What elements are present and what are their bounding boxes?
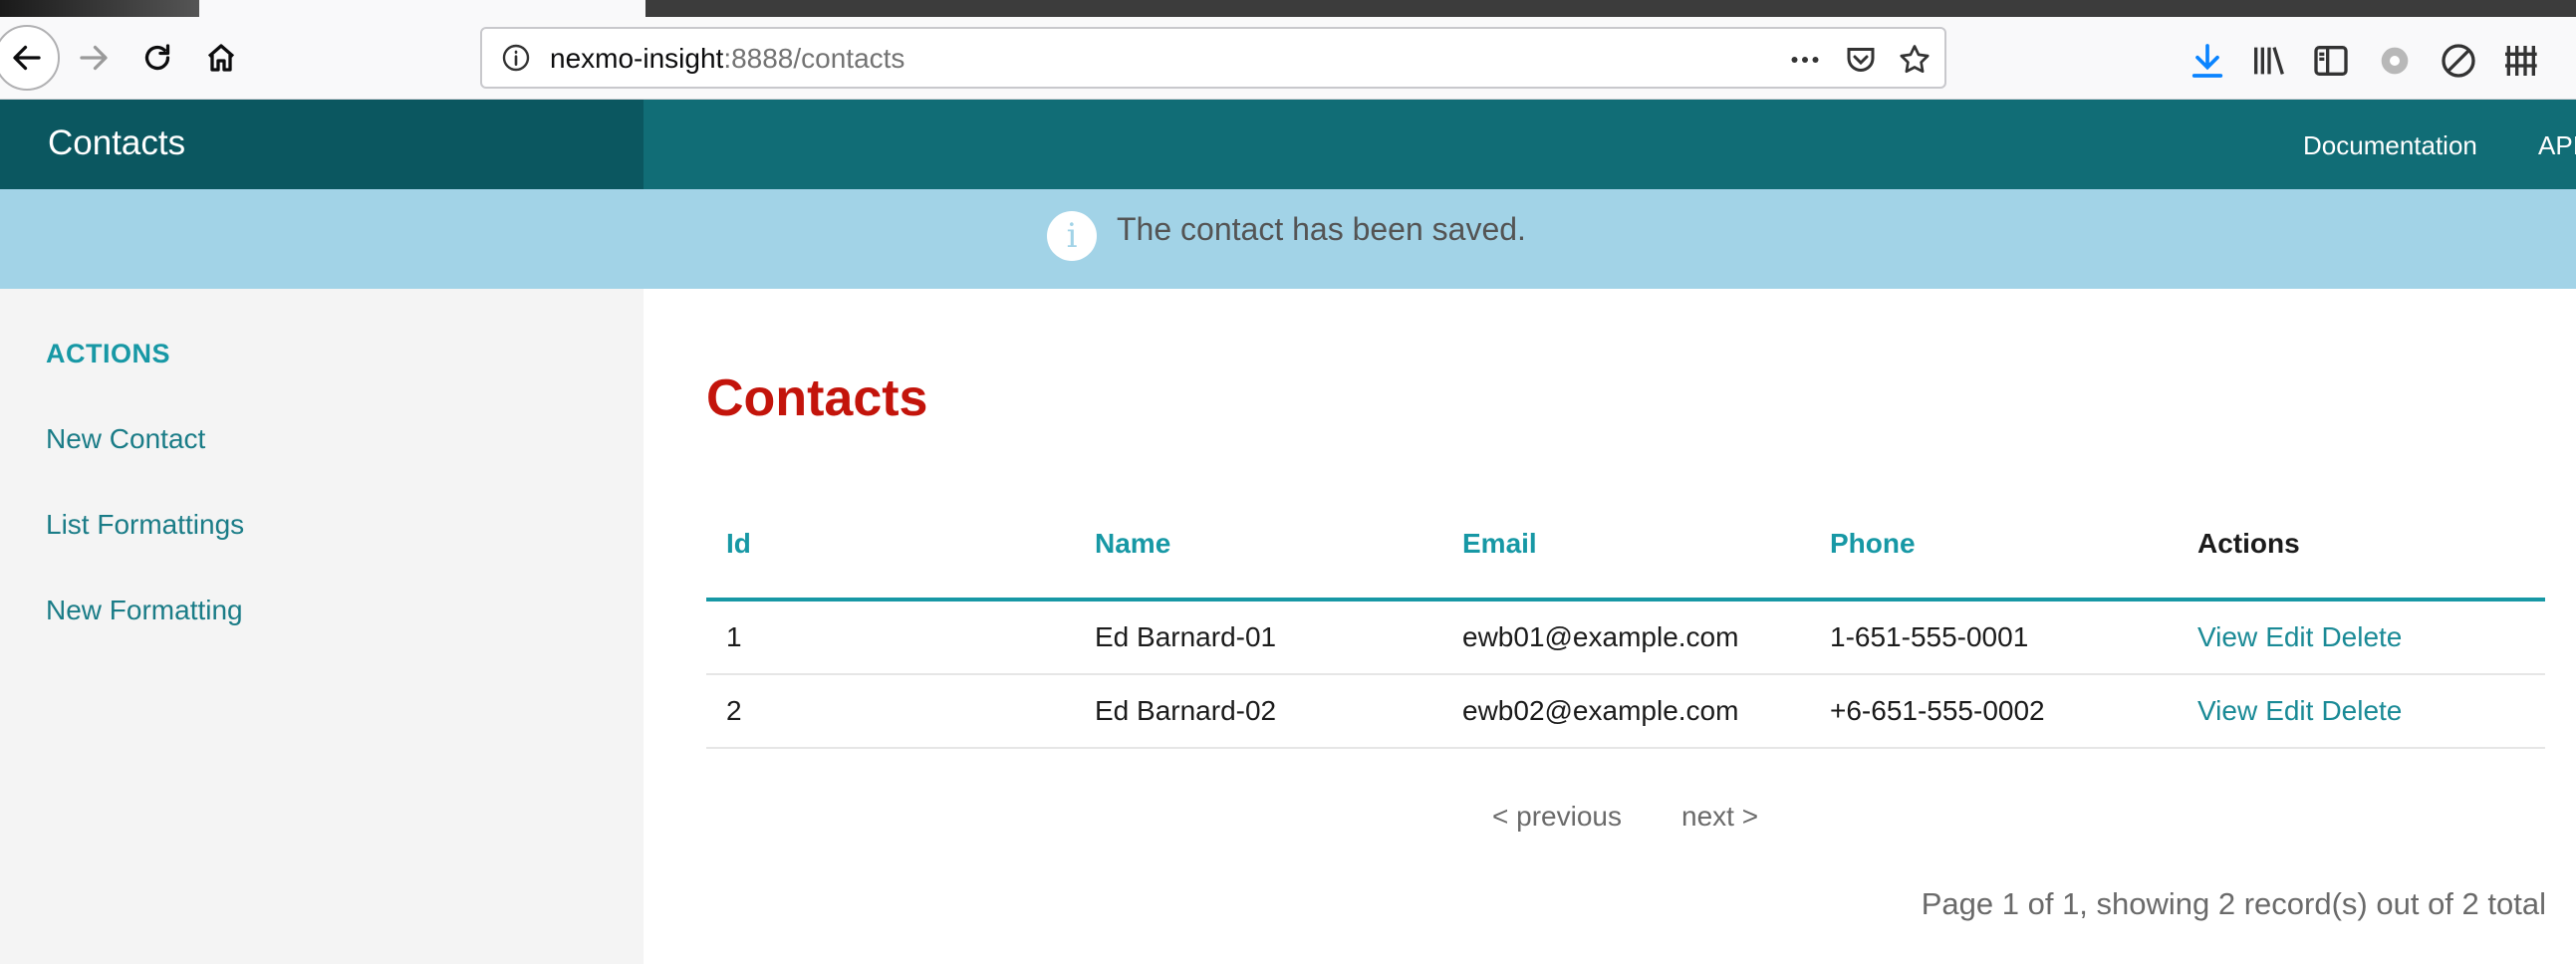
cell-name: Ed Barnard-01 <box>1095 621 1277 652</box>
cell-email: ewb01@example.com <box>1462 621 1739 652</box>
nav-api-link[interactable]: API <box>2538 130 2576 161</box>
sidebar-item-new-formatting[interactable]: New Formatting <box>46 595 243 626</box>
column-header-name[interactable]: Name <box>1095 528 1170 560</box>
table-row: 1 Ed Barnard-01 ewb01@example.com 1-651-… <box>706 602 2545 675</box>
more-icon[interactable] <box>1787 42 1823 78</box>
cell-id: 1 <box>726 621 742 652</box>
url-path: :8888/contacts <box>723 43 905 74</box>
cell-id: 2 <box>726 695 742 726</box>
delete-link[interactable]: Delete <box>2321 695 2402 726</box>
home-button[interactable] <box>195 32 247 84</box>
reload-icon <box>144 44 170 71</box>
browser-tab-inactive[interactable] <box>0 0 199 17</box>
url-text[interactable]: nexmo-insight:8888/contacts <box>550 43 904 75</box>
sidebar: ACTIONS New Contact List Formattings New… <box>0 289 644 964</box>
pocket-icon[interactable] <box>1843 42 1879 78</box>
extension-gear-icon[interactable] <box>2375 41 2415 81</box>
reload-button[interactable] <box>131 32 183 84</box>
back-button[interactable] <box>0 25 60 91</box>
pager-previous-link[interactable]: < previous <box>1492 801 1622 833</box>
extension-blocked-icon[interactable] <box>2439 41 2478 81</box>
nav-documentation-link[interactable]: Documentation <box>2303 130 2477 161</box>
table-row: 2 Ed Barnard-02 ewb02@example.com +6-651… <box>706 675 2545 749</box>
browser-tabstrip <box>0 0 2576 17</box>
view-link[interactable]: View <box>2197 621 2257 652</box>
view-link[interactable]: View <box>2197 695 2257 726</box>
app-header: Contacts Documentation API <box>0 100 2576 189</box>
arrow-right-icon <box>80 45 108 71</box>
brand-title[interactable]: Contacts <box>48 123 185 163</box>
edit-link[interactable]: Edit <box>2265 621 2313 652</box>
bookmark-star-icon[interactable] <box>1897 42 1932 78</box>
url-host: nexmo-insight <box>550 43 724 74</box>
cell-email: ewb02@example.com <box>1462 695 1739 726</box>
sidebar-icon[interactable] <box>2311 41 2351 81</box>
cell-actions: View Edit Delete <box>2197 621 2410 653</box>
column-header-id[interactable]: Id <box>726 528 751 560</box>
cell-phone: 1-651-555-0001 <box>1830 621 2029 652</box>
extension-grid-icon[interactable] <box>2500 41 2540 81</box>
brand[interactable]: Contacts <box>0 100 644 189</box>
edit-link[interactable]: Edit <box>2265 695 2313 726</box>
browser-tab-active[interactable] <box>199 0 645 17</box>
pagination-summary: Page 1 of 1, showing 2 record(s) out of … <box>1921 886 2546 921</box>
column-header-phone[interactable]: Phone <box>1830 528 1916 560</box>
download-icon[interactable] <box>2188 41 2227 81</box>
flash-text: The contact has been saved. <box>1117 211 1526 247</box>
arrow-left-icon <box>13 45 41 71</box>
library-icon[interactable] <box>2249 41 2289 81</box>
browser-toolbar: nexmo-insight:8888/contacts <box>0 17 2576 100</box>
cell-phone: +6-651-555-0002 <box>1830 695 2045 726</box>
flash-message: i The contact has been saved. <box>0 189 2576 289</box>
cell-actions: View Edit Delete <box>2197 695 2410 727</box>
sidebar-item-list-formattings[interactable]: List Formattings <box>46 509 244 541</box>
sidebar-item-new-contact[interactable]: New Contact <box>46 423 205 455</box>
site-info-icon[interactable] <box>500 42 532 74</box>
page-title: Contacts <box>706 369 928 427</box>
delete-link[interactable]: Delete <box>2321 621 2402 652</box>
home-icon <box>207 44 235 72</box>
url-bar[interactable]: nexmo-insight:8888/contacts <box>480 27 1946 89</box>
sidebar-heading: ACTIONS <box>46 339 170 368</box>
cell-name: Ed Barnard-02 <box>1095 695 1277 726</box>
column-header-email[interactable]: Email <box>1462 528 1537 560</box>
info-icon: i <box>1047 211 1097 261</box>
forward-button[interactable] <box>68 32 120 84</box>
pager-next-link[interactable]: next > <box>1681 801 1758 833</box>
column-header-actions: Actions <box>2197 528 2300 559</box>
